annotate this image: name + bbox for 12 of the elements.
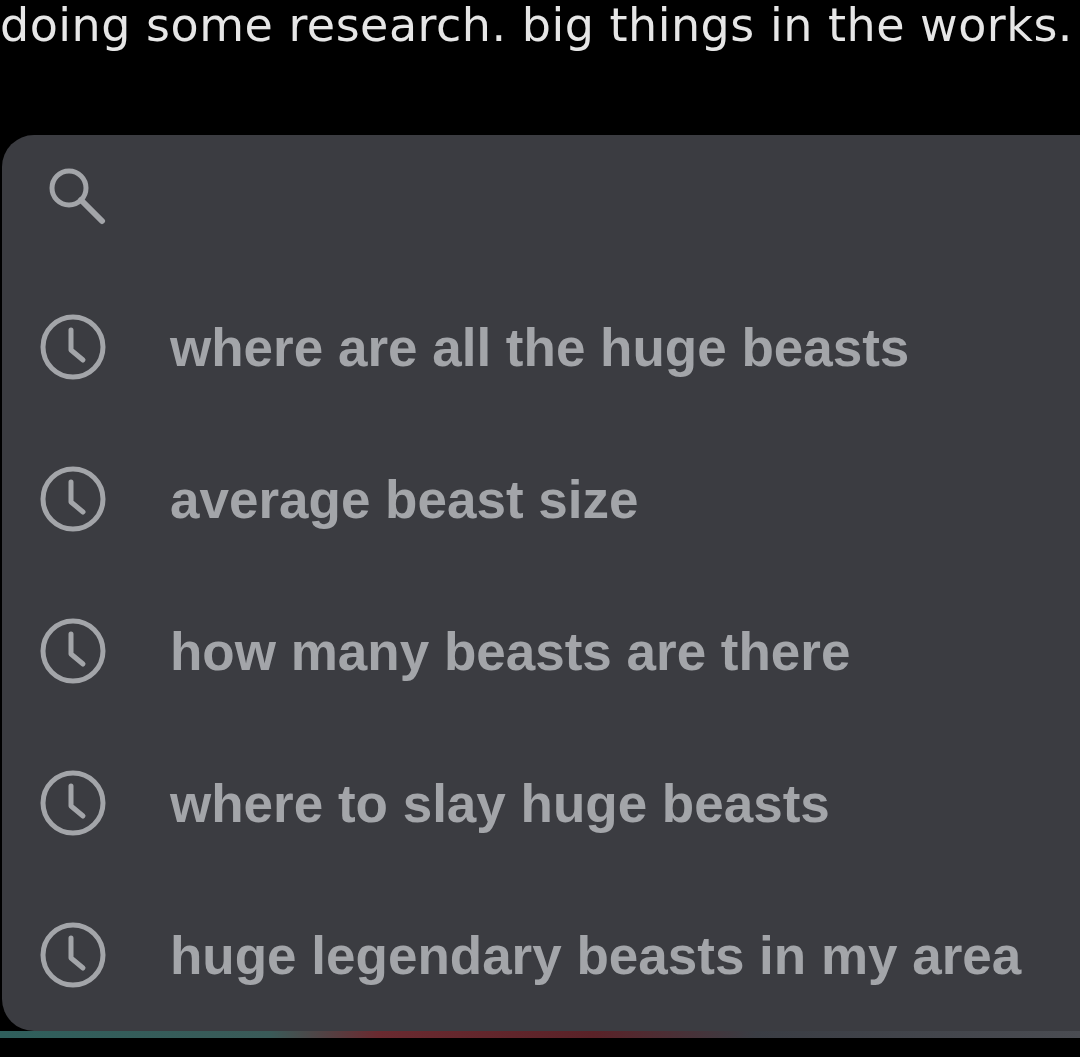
- recent-search-item[interactable]: average beast size: [2, 423, 659, 575]
- recent-search-item[interactable]: huge legendary beasts in my area: [2, 879, 1042, 1031]
- clock-icon: [40, 922, 106, 988]
- clock-icon: [40, 770, 106, 836]
- recent-search-item[interactable]: where are all the huge beasts: [2, 271, 930, 423]
- clock-icon: [40, 618, 106, 684]
- search-icon: [48, 166, 106, 225]
- clock-icon: [40, 314, 106, 380]
- recent-search-item[interactable]: how many beasts are there: [2, 575, 871, 727]
- clock-icon: [40, 466, 106, 532]
- recent-search-item[interactable]: where to slay huge beasts: [2, 727, 850, 879]
- caption-text: doing some research. big things in the works.: [0, 0, 1073, 50]
